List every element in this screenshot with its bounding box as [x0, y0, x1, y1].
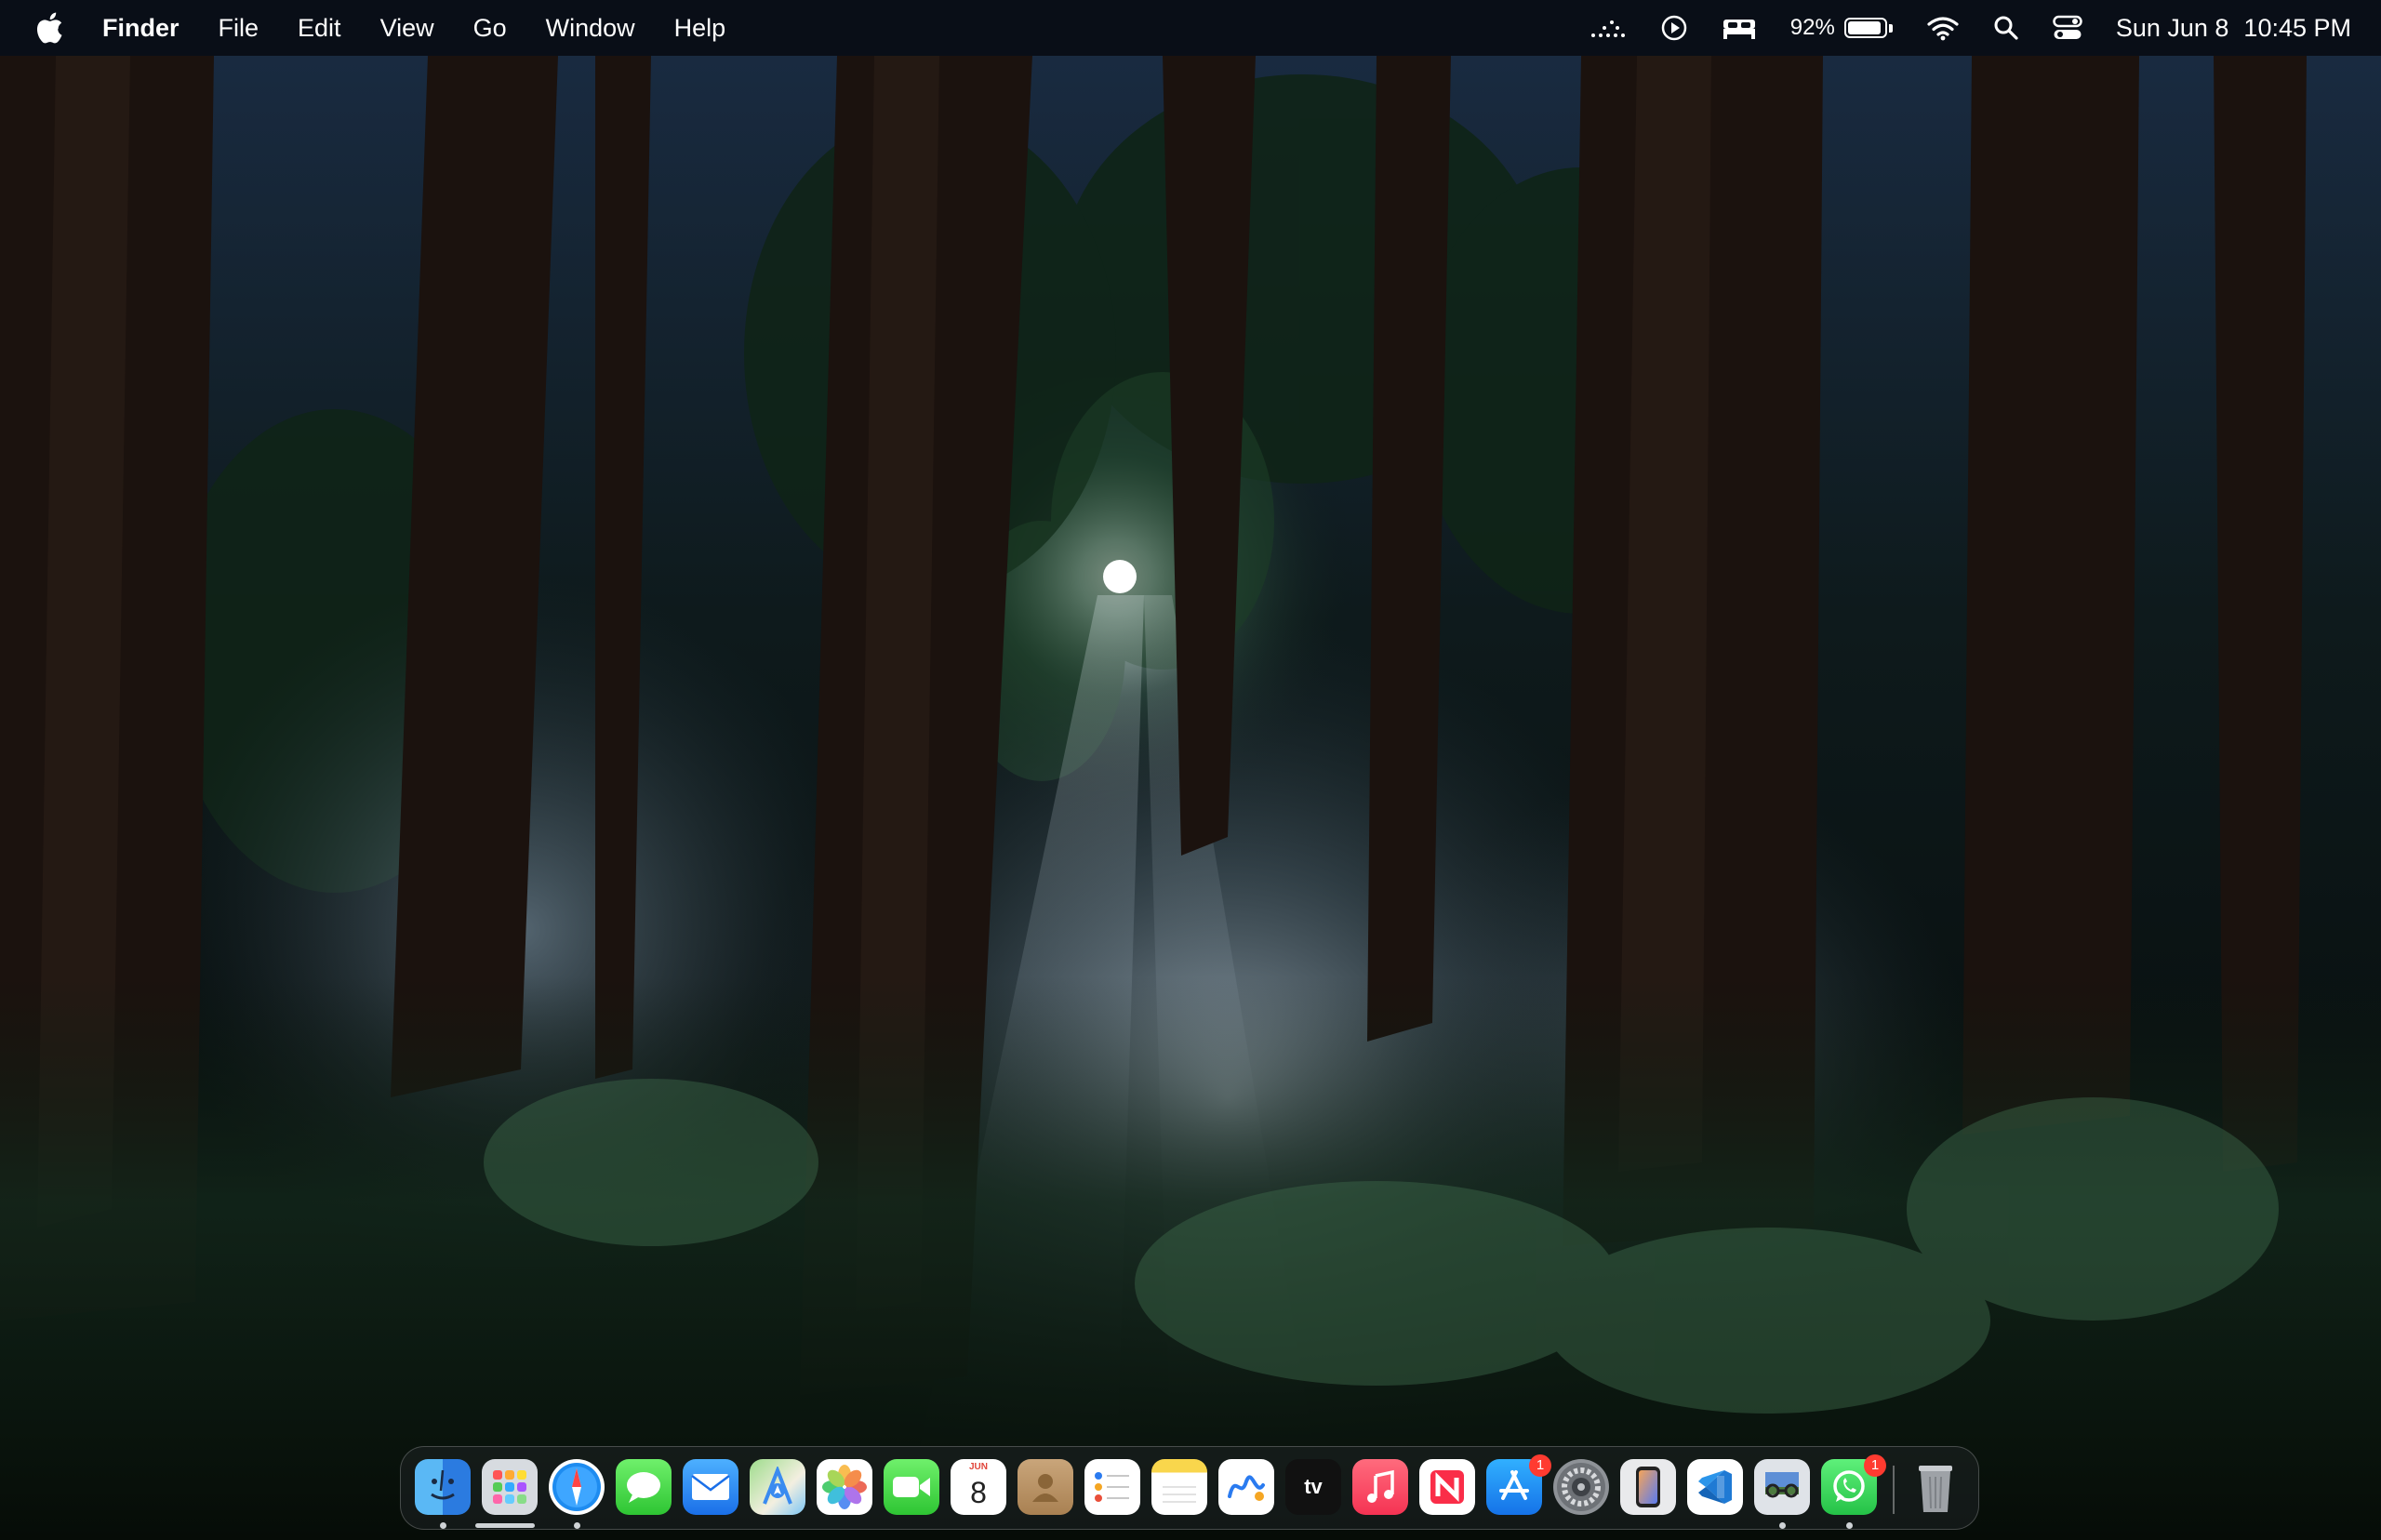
launchpad-icon	[493, 1470, 526, 1504]
apple-menu-icon[interactable]	[35, 12, 63, 44]
whatsapp-icon	[1833, 1470, 1865, 1502]
photos-icon	[822, 1465, 867, 1509]
wifi-icon[interactable]	[1926, 15, 1960, 41]
menu-app-name[interactable]: Finder	[102, 0, 180, 56]
finder-icon	[431, 1469, 455, 1500]
dock-vscode[interactable]	[1687, 1459, 1743, 1515]
dock-news[interactable]	[1419, 1459, 1475, 1515]
dock-divider	[1893, 1466, 1895, 1514]
menu-clock[interactable]: Sun Jun 8 10:45 PM	[2116, 14, 2351, 43]
dock-preview[interactable]	[1754, 1459, 1810, 1515]
dock-contacts[interactable]	[1018, 1459, 1073, 1515]
dock-calendar[interactable]: JUN 8	[951, 1459, 1006, 1515]
launchpad-indicator	[475, 1523, 535, 1528]
calendar-day: 8	[970, 1476, 987, 1509]
safari-running-dot	[574, 1522, 580, 1529]
battery-level-fill	[1847, 21, 1881, 34]
menu-window[interactable]: Window	[546, 0, 635, 56]
sleep-bed-icon[interactable]	[1722, 16, 1757, 40]
iphone-mirroring-icon	[1636, 1467, 1660, 1507]
battery-icon	[1843, 18, 1887, 38]
preview-running-dot	[1779, 1522, 1786, 1529]
battery-cap	[1888, 23, 1893, 33]
maps-icon	[763, 1467, 792, 1505]
dock-notes[interactable]	[1151, 1459, 1207, 1515]
desktop-wallpaper	[0, 0, 2381, 1540]
menu-file[interactable]: File	[219, 0, 259, 56]
dock-finder[interactable]	[415, 1459, 471, 1515]
dock-trash[interactable]	[1908, 1459, 1963, 1515]
freeform-icon	[1228, 1475, 1265, 1501]
dock-system-settings[interactable]	[1553, 1459, 1609, 1515]
dock-mail[interactable]	[683, 1459, 738, 1515]
dock-maps[interactable]	[750, 1459, 805, 1515]
facetime-icon	[893, 1477, 930, 1497]
messages-icon	[627, 1472, 660, 1503]
dock-reminders[interactable]	[1084, 1459, 1140, 1515]
menu-time: 10:45 PM	[2243, 13, 2351, 42]
apple-tv-icon: tv	[1304, 1475, 1323, 1498]
news-icon	[1430, 1470, 1464, 1504]
whatsapp-badge: 1	[1864, 1454, 1886, 1477]
music-icon	[1367, 1469, 1394, 1503]
dock-messages[interactable]	[616, 1459, 672, 1515]
dock-freeform[interactable]	[1218, 1459, 1274, 1515]
trash-icon	[1919, 1466, 1952, 1512]
menu-go[interactable]: Go	[473, 0, 507, 56]
dock-photos[interactable]	[817, 1459, 872, 1515]
preview-icon	[1765, 1472, 1799, 1498]
whatsapp-running-dot	[1846, 1522, 1853, 1529]
calendar-month: JUN	[968, 1462, 988, 1472]
sync-dots-icon[interactable]	[1590, 17, 1627, 39]
mail-icon	[691, 1474, 730, 1500]
dock: JUN 8 tv 1 1	[400, 1446, 1979, 1530]
dock-tv[interactable]: tv	[1285, 1459, 1341, 1515]
dock-iphone-mirroring[interactable]	[1620, 1459, 1676, 1515]
app-store-badge: 1	[1529, 1454, 1551, 1477]
menu-edit[interactable]: Edit	[298, 0, 341, 56]
system-settings-icon	[1557, 1463, 1605, 1511]
control-center-icon[interactable]	[2053, 15, 2082, 41]
safari-icon	[552, 1463, 601, 1511]
menu-bar: Finder File Edit View Go Window Help 92%	[0, 0, 2381, 56]
dock-safari[interactable]	[549, 1459, 605, 1515]
menu-view[interactable]: View	[380, 0, 434, 56]
spotlight-search-icon[interactable]	[1993, 15, 2019, 41]
menu-help[interactable]: Help	[674, 0, 726, 56]
app-store-icon	[1499, 1470, 1529, 1500]
battery-percent: 92%	[1789, 15, 1835, 40]
contacts-icon	[1032, 1474, 1058, 1502]
dock-facetime[interactable]	[884, 1459, 939, 1515]
reminders-icon	[1095, 1472, 1129, 1502]
vscode-icon	[1698, 1470, 1732, 1504]
battery-indicator[interactable]: 92%	[1790, 15, 1893, 41]
menu-date: Sun Jun 8	[2115, 13, 2229, 42]
notes-icon	[1163, 1486, 1196, 1503]
finder-running-dot	[440, 1522, 446, 1529]
dock-launchpad[interactable]	[482, 1459, 538, 1515]
play-circle-icon[interactable]	[1660, 14, 1688, 42]
dock-music[interactable]	[1352, 1459, 1408, 1515]
